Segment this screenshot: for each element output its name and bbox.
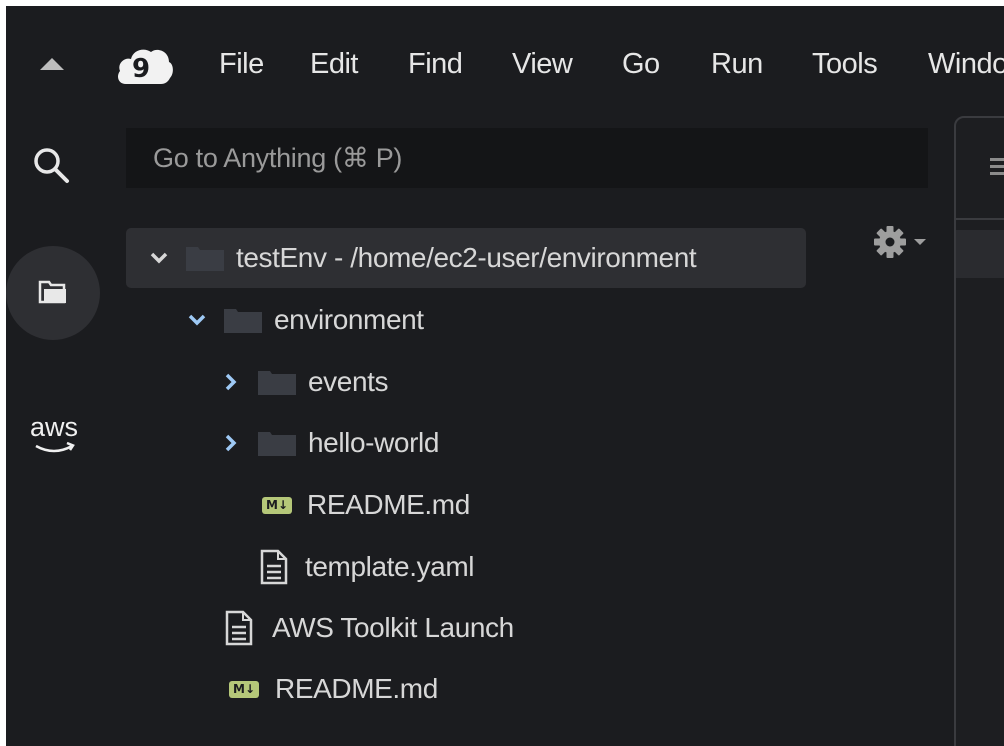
tree-item-label: AWS Toolkit Launch [272, 612, 514, 643]
go-to-anything-input[interactable] [126, 128, 928, 188]
markdown-icon: M↓ [262, 496, 292, 514]
tree-file-readme-nested[interactable]: M↓ README.md [126, 475, 470, 535]
cloud9-logo-icon[interactable]: 9 [116, 44, 174, 86]
tree-settings-button[interactable] [872, 222, 938, 262]
menu-file[interactable]: File [219, 46, 264, 82]
tree-file-aws-toolkit-launch[interactable]: AWS Toolkit Launch [126, 598, 514, 658]
tree-item-label: template.yaml [305, 551, 475, 582]
search-icon [34, 148, 69, 183]
editor-tab-bar [956, 118, 1004, 220]
document-icon [225, 610, 253, 646]
menu-view[interactable]: View [512, 46, 573, 82]
aws-explorer-button[interactable]: aws [22, 410, 86, 462]
menu-icon[interactable] [990, 158, 1004, 178]
tree-item-label: README.md [307, 489, 470, 520]
tree-file-readme[interactable]: M↓ README.md [126, 659, 438, 719]
chevron-down-icon[interactable] [148, 247, 170, 269]
document-icon [260, 549, 288, 585]
menu-window[interactable]: Window [928, 46, 1004, 82]
menu-go[interactable]: Go [622, 46, 660, 82]
files-icon [38, 280, 66, 304]
tree-folder-environment[interactable]: environment [126, 290, 424, 350]
aws-icon: aws [30, 412, 78, 442]
tree-root[interactable]: testEnv - /home/ec2-user/environment [126, 228, 806, 288]
editor-toolbar [956, 230, 1004, 278]
tree-root-label: testEnv - /home/ec2-user/environment [236, 242, 697, 273]
chevron-down-icon [914, 239, 926, 245]
chevron-right-icon[interactable] [220, 432, 242, 454]
cloud9-ide: 9 File Edit Find View Go Run Tools Windo… [6, 6, 1004, 746]
tree-folder-events[interactable]: events [126, 352, 389, 412]
menu-bar: 9 File Edit Find View Go Run Tools Windo… [6, 6, 1004, 114]
tree-folder-hello-world[interactable]: hello-world [126, 413, 439, 473]
gear-icon [874, 226, 906, 258]
chevron-right-icon[interactable] [220, 371, 242, 393]
environment-panel-button[interactable] [6, 246, 100, 340]
menu-find[interactable]: Find [408, 46, 463, 82]
tree-item-label: README.md [275, 673, 438, 704]
tree-item-label: environment [274, 304, 424, 335]
menu-edit[interactable]: Edit [310, 46, 358, 82]
folder-icon [258, 432, 296, 456]
svg-text:9: 9 [132, 54, 150, 84]
triangle-up-icon [40, 58, 64, 70]
folder-icon [258, 371, 296, 395]
folder-icon [186, 247, 224, 271]
editor-pane[interactable] [954, 116, 1004, 746]
menu-tools[interactable]: Tools [812, 46, 878, 82]
tree-item-label: hello-world [308, 427, 439, 458]
collapse-menu-button[interactable] [37, 54, 67, 74]
chevron-down-icon[interactable] [186, 309, 208, 331]
tree-item-label: events [308, 366, 389, 397]
markdown-icon: M↓ [229, 680, 259, 698]
tree-file-template-yaml[interactable]: template.yaml [126, 537, 474, 597]
folder-icon [224, 309, 262, 333]
search-button[interactable] [28, 142, 74, 188]
menu-run[interactable]: Run [711, 46, 763, 82]
